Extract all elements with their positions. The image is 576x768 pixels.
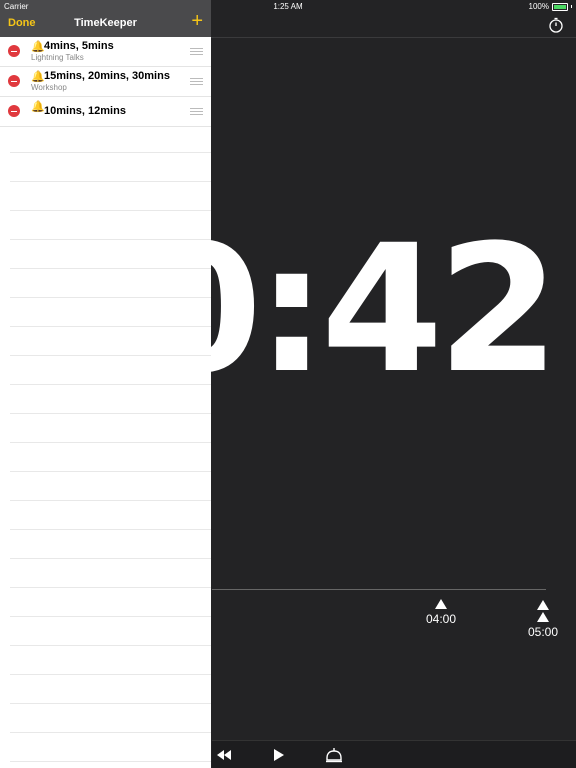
timekeeper-panel: Done TimeKeeper + 🔔 4mins, 5mins Lightni… [0, 0, 211, 768]
delete-icon[interactable] [8, 45, 20, 57]
progress-track [212, 589, 546, 590]
battery-percent: 100% [528, 2, 549, 11]
list-item[interactable]: 🔔 10mins, 12mins [0, 97, 211, 127]
reorder-handle-icon[interactable] [190, 108, 203, 115]
marker-triangle-icon [435, 599, 447, 609]
rewind-icon[interactable] [214, 746, 234, 764]
reorder-handle-icon[interactable] [190, 78, 203, 85]
status-time: 1:25 AM [273, 2, 303, 11]
item-times: 4mins, 5mins [44, 40, 114, 52]
marker-label: 04:00 [425, 612, 457, 626]
time-marker-second: 05:00 [524, 600, 562, 639]
playback-bar [212, 740, 576, 768]
marker-triangle-icon [537, 612, 549, 622]
list-item[interactable]: 🔔 15mins, 20mins, 30mins Workshop [0, 67, 211, 97]
marker-triangle-icon [537, 600, 549, 610]
play-icon[interactable] [268, 746, 288, 764]
battery-icon [552, 2, 568, 11]
bell-icon: 🔔 [31, 101, 45, 113]
bell-icon[interactable] [324, 746, 344, 764]
timer-list: 🔔 4mins, 5mins Lightning Talks 🔔 15mins,… [0, 37, 211, 127]
item-name: Lightning Talks [31, 53, 84, 62]
add-button[interactable]: + [191, 11, 203, 31]
item-times: 10mins, 12mins [44, 105, 126, 117]
bell-icon: 🔔 [31, 71, 45, 83]
delete-icon[interactable] [8, 75, 20, 87]
item-times: 15mins, 20mins, 30mins [44, 70, 170, 82]
delete-icon[interactable] [8, 105, 20, 117]
list-item[interactable]: 🔔 4mins, 5mins Lightning Talks [0, 37, 211, 67]
reorder-handle-icon[interactable] [190, 48, 203, 55]
marker-label: 05:00 [527, 625, 559, 639]
battery-indicator: 100% [529, 2, 572, 11]
status-bar: Carrier 1:25 AM 100% [0, 0, 576, 12]
stopwatch-icon[interactable] [548, 17, 564, 33]
bell-icon: 🔔 [31, 41, 45, 53]
time-marker-first: 04:00 [422, 599, 460, 626]
item-name: Workshop [31, 83, 67, 92]
empty-list-area [10, 124, 211, 768]
panel-title: TimeKeeper [74, 17, 137, 29]
